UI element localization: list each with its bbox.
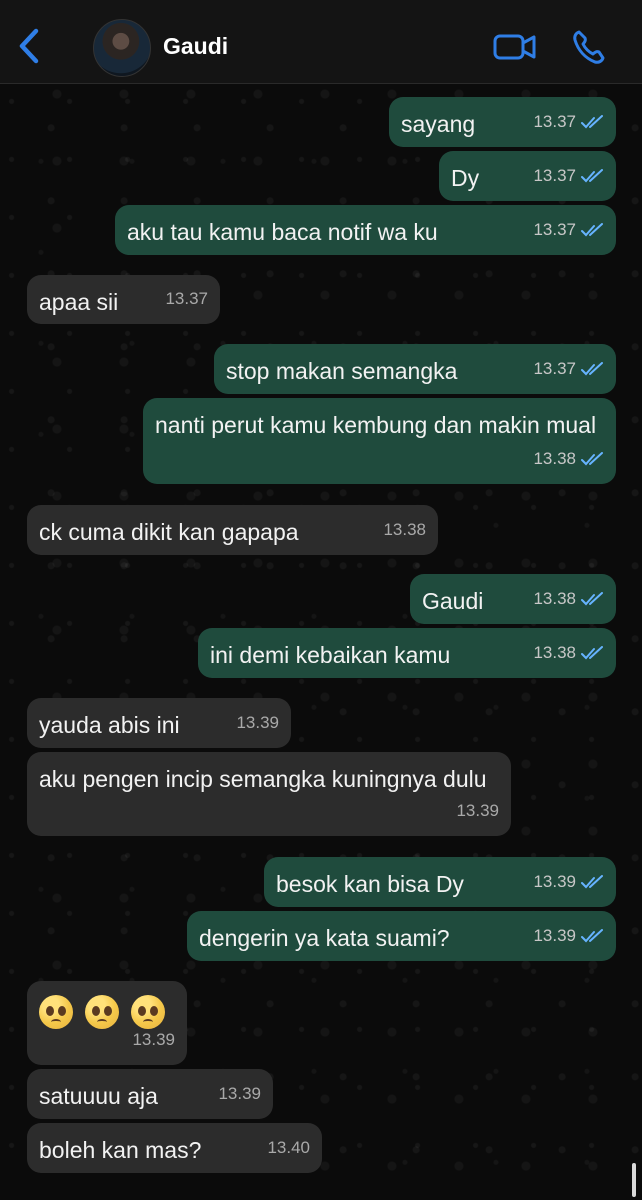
message-text: Gaudi	[422, 588, 484, 614]
chat-header: Gaudi	[0, 0, 642, 84]
message-time: 13.39	[533, 872, 576, 891]
message-time: 13.38	[533, 589, 576, 608]
outgoing-message[interactable]: Gaudi 13.38	[410, 574, 616, 624]
message-text: ck cuma dikit kan gapapa	[39, 519, 299, 545]
message-text: aku pengen incip semangka kuningnya dulu	[39, 766, 487, 792]
avatar[interactable]	[93, 19, 151, 77]
message-time: 13.39	[132, 1030, 175, 1049]
double-check-icon	[581, 362, 603, 376]
outgoing-message[interactable]: ini demi kebaikan kamu 13.38	[198, 628, 616, 678]
message-text: ini demi kebaikan kamu	[210, 642, 451, 668]
incoming-message[interactable]: apaa sii 13.37	[27, 275, 220, 324]
outgoing-message[interactable]: Dy 13.37	[439, 151, 616, 201]
contact-name[interactable]: Gaudi	[163, 33, 228, 60]
double-check-icon	[581, 169, 603, 183]
incoming-message[interactable]: satuuuu aja 13.39	[27, 1069, 273, 1119]
phone-icon[interactable]	[570, 27, 608, 67]
message-text: nanti perut kamu kembung dan makin mual	[155, 412, 597, 438]
message-text: Dy	[451, 165, 480, 191]
scrollbar[interactable]	[632, 1163, 636, 1197]
incoming-message[interactable]: yauda abis ini 13.39	[27, 698, 291, 748]
message-time: 13.39	[533, 926, 576, 945]
outgoing-message[interactable]: sayang 13.37	[389, 97, 616, 147]
incoming-message[interactable]: aku pengen incip semangka kuningnya dulu…	[27, 752, 511, 836]
double-check-icon	[581, 452, 603, 466]
outgoing-message[interactable]: aku tau kamu baca notif wa ku 13.37	[115, 205, 616, 255]
outgoing-message[interactable]: stop makan semangka 13.37	[214, 344, 616, 394]
outgoing-message[interactable]: besok kan bisa Dy 13.39	[264, 857, 616, 907]
chevron-left-icon[interactable]	[12, 26, 48, 66]
message-time: 13.38	[533, 643, 576, 662]
message-text: besok kan bisa Dy	[276, 871, 464, 897]
incoming-message[interactable]: boleh kan mas? 13.40	[27, 1123, 322, 1173]
message-text: satuuuu aja	[39, 1083, 158, 1109]
double-check-icon	[581, 646, 603, 660]
message-time: 13.37	[533, 220, 576, 239]
message-time: 13.37	[165, 289, 208, 308]
message-time: 13.38	[383, 520, 426, 539]
message-text: boleh kan mas?	[39, 1137, 202, 1163]
outgoing-message[interactable]: dengerin ya kata suami? 13.39	[187, 911, 616, 961]
message-time: 13.37	[533, 166, 576, 185]
double-check-icon	[581, 592, 603, 606]
double-check-icon	[581, 223, 603, 237]
incoming-message[interactable]: 13.39	[27, 981, 187, 1065]
pleading-face-emoji	[85, 994, 119, 1029]
video-camera-icon[interactable]	[492, 30, 538, 64]
message-text: apaa sii	[39, 289, 119, 315]
double-check-icon	[581, 875, 603, 889]
message-text: yauda abis ini	[39, 712, 180, 738]
message-text: aku tau kamu baca notif wa ku	[127, 219, 438, 245]
message-time: 13.37	[533, 112, 576, 131]
pleading-face-emoji	[39, 994, 73, 1029]
message-time: 13.39	[236, 713, 279, 732]
message-time: 13.37	[533, 359, 576, 378]
message-list[interactable]: sayang 13.37 Dy 13.37 aku tau kamu baca …	[0, 84, 642, 1200]
message-text: sayang	[401, 111, 476, 137]
message-time: 13.40	[267, 1138, 310, 1157]
message-time: 13.39	[456, 801, 499, 820]
double-check-icon	[581, 115, 603, 129]
double-check-icon	[581, 929, 603, 943]
message-time: 13.38	[533, 449, 576, 468]
outgoing-message[interactable]: nanti perut kamu kembung dan makin mual …	[143, 398, 616, 484]
message-time: 13.39	[218, 1084, 261, 1103]
message-text: dengerin ya kata suami?	[199, 925, 450, 951]
incoming-message[interactable]: ck cuma dikit kan gapapa 13.38	[27, 505, 438, 555]
message-text: stop makan semangka	[226, 358, 458, 384]
